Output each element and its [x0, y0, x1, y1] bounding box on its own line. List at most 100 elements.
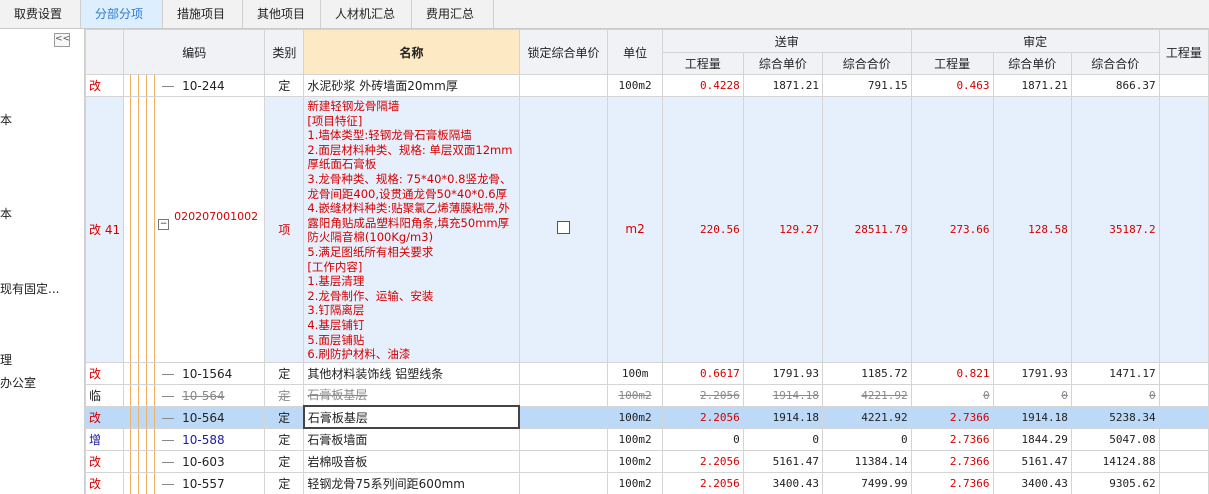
row-name[interactable]: 水泥砂浆 外砖墙面20mm厚: [303, 74, 520, 97]
tab-measures[interactable]: 措施项目: [163, 0, 243, 28]
table-row[interactable]: 增 10-588 定 石膏板墙面 100m2 0 0 0 2.7366 1844…: [85, 427, 1209, 451]
row-submitted-unit-price[interactable]: 129.27: [742, 96, 823, 363]
left-tree-item[interactable]: 理: [0, 351, 12, 368]
row-lock[interactable]: [518, 405, 609, 429]
row-lock[interactable]: [518, 449, 609, 473]
row-name[interactable]: 石膏板基层: [303, 383, 520, 407]
row-approved-unit-price[interactable]: 1844.29: [992, 427, 1072, 451]
table-row[interactable]: 改 10-557 定 轻钢龙骨75系列间距600mm 100m2 2.2056 …: [85, 471, 1209, 494]
left-tree-item[interactable]: 现有固定...: [0, 280, 59, 297]
left-tree-item[interactable]: 办公室: [0, 374, 36, 391]
tab-sub-items[interactable]: 分部分项: [81, 0, 163, 28]
header-approved-quantity[interactable]: 工程量: [910, 52, 994, 75]
row-flag: 改 41: [85, 96, 125, 363]
row-type: 定: [264, 74, 305, 97]
row-submitted-quantity[interactable]: 0: [661, 427, 744, 451]
row-name[interactable]: 石膏板墙面: [303, 427, 520, 451]
row-name[interactable]: 岩棉吸音板: [303, 449, 520, 473]
row-code-cell[interactable]: 10-588: [123, 427, 266, 451]
table-row[interactable]: 临 10-564 定 石膏板基层 100m2 2.2056 1914.18 42…: [85, 383, 1209, 407]
row-code: 10-564: [182, 388, 225, 403]
row-extra: [1158, 96, 1209, 363]
header-approved-total[interactable]: 综合合价: [1070, 52, 1160, 75]
row-approved-quantity[interactable]: 0.463: [910, 74, 994, 97]
row-submitted-quantity[interactable]: 2.2056: [661, 449, 744, 473]
row-code-cell[interactable]: 10-557: [123, 471, 266, 494]
collapse-panel-button[interactable]: <<: [54, 33, 70, 47]
row-name[interactable]: 其他材料装饰线 铝塑线条: [303, 361, 520, 385]
row-code-cell[interactable]: − 020207001002: [123, 96, 266, 363]
row-code-cell[interactable]: 10-1564: [123, 361, 266, 385]
row-submitted-unit-price[interactable]: 1791.93: [742, 361, 823, 385]
row-extra: [1158, 383, 1209, 407]
header-submitted-total[interactable]: 综合合价: [821, 52, 912, 75]
header-code[interactable]: 编码: [123, 29, 266, 75]
row-approved-quantity[interactable]: 2.7366: [910, 449, 994, 473]
tab-other-items[interactable]: 其他项目: [243, 0, 321, 28]
row-submitted-quantity[interactable]: 0.4228: [661, 74, 744, 97]
row-approved-unit-price[interactable]: 0: [992, 383, 1072, 407]
row-approved-unit-price[interactable]: 5161.47: [992, 449, 1072, 473]
row-approved-unit-price[interactable]: 128.58: [992, 96, 1072, 363]
table-row[interactable]: 改 10-244 定 水泥砂浆 外砖墙面20mm厚 100m2 0.4228 1…: [85, 74, 1209, 97]
row-submitted-unit-price[interactable]: 5161.47: [742, 449, 823, 473]
header-submitted-unit-price[interactable]: 综合单价: [742, 52, 823, 75]
header-submitted-quantity[interactable]: 工程量: [661, 52, 744, 75]
left-tree-item[interactable]: 本: [0, 111, 12, 128]
table-row[interactable]: 改 10-1564 定 其他材料装饰线 铝塑线条 100m 0.6617 179…: [85, 361, 1209, 385]
row-approved-unit-price[interactable]: 1791.93: [992, 361, 1072, 385]
header-quantity-extra[interactable]: 工程量: [1158, 29, 1209, 75]
row-name[interactable]: 轻钢龙骨75系列间距600mm: [303, 471, 520, 494]
row-name-active-cell[interactable]: 石膏板基层: [302, 405, 521, 430]
header-approved-unit-price[interactable]: 综合单价: [992, 52, 1072, 75]
row-submitted-quantity[interactable]: 2.2056: [661, 383, 744, 407]
row-code-cell[interactable]: 10-244: [123, 74, 266, 97]
row-code-cell[interactable]: 10-564: [123, 405, 266, 429]
row-name-description[interactable]: 新建轻钢龙骨隔墙 [项目特征] 1.墙体类型:轻钢龙骨石膏板隔墙 2.面层材料种…: [303, 96, 520, 363]
row-submitted-unit-price[interactable]: 1914.18: [742, 405, 823, 429]
row-type: 定: [264, 471, 305, 494]
left-tree-item[interactable]: 本: [0, 205, 12, 222]
row-lock[interactable]: [518, 471, 609, 494]
row-submitted-quantity[interactable]: 2.2056: [661, 471, 744, 494]
lock-price-checkbox[interactable]: [556, 221, 570, 235]
row-extra: [1158, 449, 1209, 473]
description-line: 3.龙骨种类、规格: 75*40*0.8竖龙骨、龙骨间距400,设贯通龙骨50*…: [307, 171, 512, 201]
row-approved-quantity[interactable]: 2.7366: [910, 427, 994, 451]
tab-labor-material-summary[interactable]: 人材机汇总: [321, 0, 412, 28]
row-lock[interactable]: [518, 74, 609, 97]
row-code-cell[interactable]: 10-603: [123, 449, 266, 473]
header-lock-price[interactable]: 锁定综合单价: [518, 29, 609, 75]
row-submitted-quantity[interactable]: 220.56: [661, 96, 744, 363]
tab-fee-summary[interactable]: 费用汇总: [412, 0, 494, 28]
row-submitted-total: 11384.14: [821, 449, 912, 473]
row-approved-unit-price[interactable]: 1871.21: [992, 74, 1072, 97]
row-lock[interactable]: [518, 427, 609, 451]
header-type[interactable]: 类别: [264, 29, 305, 75]
tab-fee-settings[interactable]: 取费设置: [0, 0, 81, 28]
header-flag[interactable]: [85, 29, 125, 75]
row-submitted-unit-price[interactable]: 0: [742, 427, 823, 451]
row-submitted-unit-price[interactable]: 1871.21: [742, 74, 823, 97]
table-row-selected[interactable]: 改 10-564 定 石膏板基层 100m2 2.2056 1914.18 42…: [85, 405, 1209, 430]
header-name[interactable]: 名称: [303, 29, 520, 75]
row-code-cell[interactable]: 10-564: [123, 383, 266, 407]
row-submitted-quantity[interactable]: 2.2056: [661, 405, 744, 429]
row-lock[interactable]: [518, 383, 609, 407]
row-submitted-unit-price[interactable]: 3400.43: [742, 471, 823, 494]
table-row[interactable]: 改 41 − 020207001002 项 新建轻钢龙骨隔墙 [项目特征] 1.…: [85, 96, 1209, 363]
row-submitted-quantity[interactable]: 0.6617: [661, 361, 744, 385]
row-submitted-unit-price[interactable]: 1914.18: [742, 383, 823, 407]
row-lock[interactable]: [518, 361, 609, 385]
row-approved-quantity[interactable]: 273.66: [910, 96, 994, 363]
collapse-node-icon[interactable]: −: [158, 219, 170, 230]
row-approved-unit-price[interactable]: 3400.43: [992, 471, 1072, 494]
row-approved-unit-price[interactable]: 1914.18: [992, 405, 1072, 429]
row-code: 10-557: [182, 476, 225, 491]
row-approved-quantity[interactable]: 0: [910, 383, 994, 407]
row-approved-quantity[interactable]: 2.7366: [910, 405, 994, 429]
table-row[interactable]: 改 10-603 定 岩棉吸音板 100m2 2.2056 5161.47 11…: [85, 449, 1209, 473]
row-approved-quantity[interactable]: 2.7366: [910, 471, 994, 494]
header-unit[interactable]: 单位: [607, 29, 663, 75]
row-approved-quantity[interactable]: 0.821: [910, 361, 994, 385]
